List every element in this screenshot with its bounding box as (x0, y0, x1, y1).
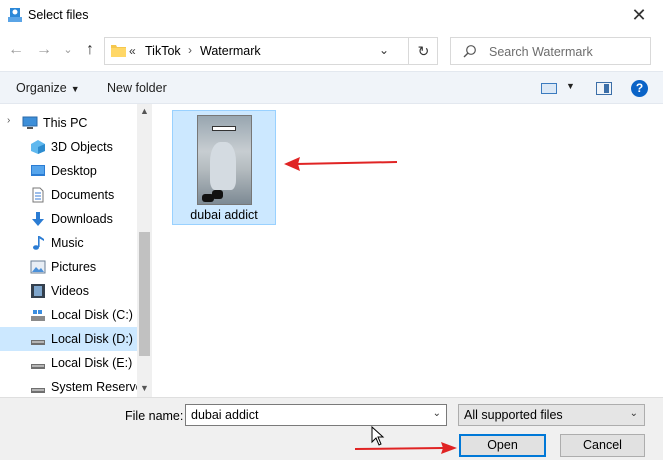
music-icon (33, 236, 44, 250)
forward-arrow-icon[interactable]: → (36, 41, 52, 59)
organize-dropdown-icon: ▼ (70, 84, 80, 94)
tree-item-downloads[interactable]: Downloads (0, 207, 137, 231)
chevron-right-icon[interactable]: › (188, 43, 192, 57)
downloads-icon (32, 212, 44, 226)
file-list: dubai addict (152, 104, 663, 397)
breadcrumb-watermark[interactable]: Watermark (200, 44, 261, 58)
scroll-down-icon[interactable]: ▼ (137, 383, 152, 393)
organize-button[interactable]: Organize ▼ (16, 81, 80, 95)
help-icon[interactable]: ? (631, 80, 648, 97)
chevron-down-icon[interactable]: ⌄ (630, 408, 638, 419)
tree-label: Pictures (51, 260, 97, 274)
tree-label: Local Disk (E:) (51, 356, 133, 370)
search-icon (463, 45, 476, 58)
file-name-field-label: File name: (125, 409, 184, 423)
3d-objects-icon (31, 140, 45, 154)
scrollbar-thumb[interactable] (139, 232, 150, 356)
navigation-pane: › This PC 3D Objects Desktop Documents D… (0, 104, 152, 397)
thumbnail-detail (202, 194, 214, 202)
nav-pane-scrollbar[interactable]: ▲ ▼ (137, 104, 152, 397)
thumbnail-caption (212, 126, 236, 131)
documents-icon (32, 187, 44, 203)
dialog-footer: File name: dubai addict ⌄ All supported … (0, 397, 663, 460)
drive-icon (31, 310, 45, 321)
search-input[interactable]: Search Watermark (450, 37, 651, 65)
drive-icon (31, 340, 45, 345)
file-dialog-icon (8, 8, 22, 22)
pc-icon (22, 116, 38, 129)
folder-icon (111, 45, 126, 57)
tree-label: Videos (51, 284, 89, 298)
scroll-up-icon[interactable]: ▲ (137, 106, 152, 116)
new-folder-button[interactable]: New folder (107, 81, 167, 95)
desktop-icon (31, 165, 45, 176)
tree-label: Desktop (51, 164, 97, 178)
recent-locations-icon[interactable]: ⌄ (60, 41, 76, 59)
back-arrow-icon[interactable]: ← (8, 41, 24, 59)
tree-item-3d-objects[interactable]: 3D Objects (0, 135, 137, 159)
tree-item-music[interactable]: Music (0, 231, 137, 255)
tree-label: System Reserved (51, 380, 150, 394)
thumbnail-figure (210, 142, 236, 190)
organize-label: Organize (16, 81, 67, 95)
drive-icon (31, 388, 45, 393)
tree-label: Local Disk (D:) (51, 332, 133, 346)
videos-icon (31, 284, 45, 298)
window-title: Select files (28, 8, 89, 22)
annotation-arrow-icon (354, 442, 457, 454)
tree-label: Downloads (51, 212, 113, 226)
chevron-down-icon[interactable]: ⌄ (379, 43, 389, 57)
up-arrow-icon[interactable]: ↑ (82, 41, 98, 59)
video-thumbnail (197, 115, 252, 205)
annotation-arrow-icon (284, 157, 398, 171)
tree-item-videos[interactable]: Videos (0, 279, 137, 303)
file-name-label: dubai addict (190, 208, 258, 222)
refresh-icon[interactable]: ↻ (408, 38, 438, 64)
tree-label: 3D Objects (51, 140, 113, 154)
tree-item-local-disk-c[interactable]: Local Disk (C:) (0, 303, 137, 327)
tree-label: Local Disk (C:) (51, 308, 133, 322)
tree-label: Music (51, 236, 84, 250)
breadcrumb-overflow[interactable]: « (129, 44, 136, 58)
tree-item-system-reserved[interactable]: System Reserved (0, 375, 150, 397)
tree-item-desktop[interactable]: Desktop (0, 159, 137, 183)
open-button[interactable]: Open (459, 434, 546, 457)
tree-item-documents[interactable]: Documents (0, 183, 137, 207)
breadcrumb-tiktok[interactable]: TikTok (145, 44, 181, 58)
search-placeholder: Search Watermark (489, 45, 593, 59)
file-name-field[interactable]: dubai addict ⌄ (185, 404, 447, 426)
tree-label: This PC (43, 116, 88, 130)
chevron-expand-icon[interactable]: › (7, 115, 10, 126)
preview-pane-icon[interactable] (596, 82, 612, 95)
close-icon[interactable]: ✕ (629, 5, 649, 25)
tree-item-pictures[interactable]: Pictures (0, 255, 137, 279)
tree-item-local-disk-e[interactable]: Local Disk (E:) (0, 351, 137, 375)
pictures-icon (30, 260, 46, 274)
tree-item-this-pc[interactable]: › This PC (0, 111, 137, 135)
chevron-down-icon[interactable]: ⌄ (433, 408, 441, 419)
address-bar[interactable]: « TikTok › Watermark ⌄ ↻ (104, 37, 438, 65)
file-type-select[interactable]: All supported files ⌄ (458, 404, 645, 426)
file-type-value: All supported files (464, 408, 563, 422)
file-item[interactable]: dubai addict (172, 110, 276, 225)
command-bar: Organize ▼ New folder ▼ ? (0, 71, 663, 104)
view-options-dropdown-icon[interactable]: ▼ (566, 81, 575, 91)
cancel-button[interactable]: Cancel (560, 434, 645, 457)
title-bar: Select files ✕ (0, 0, 663, 31)
change-view-icon[interactable] (541, 83, 557, 94)
navigation-bar: ← → ⌄ ↑ « TikTok › Watermark ⌄ ↻ Search … (0, 31, 663, 71)
tree-label: Documents (51, 188, 115, 202)
drive-icon (31, 364, 45, 369)
file-name-value: dubai addict (191, 408, 259, 422)
tree-item-local-disk-d[interactable]: Local Disk (D:) (0, 327, 137, 351)
